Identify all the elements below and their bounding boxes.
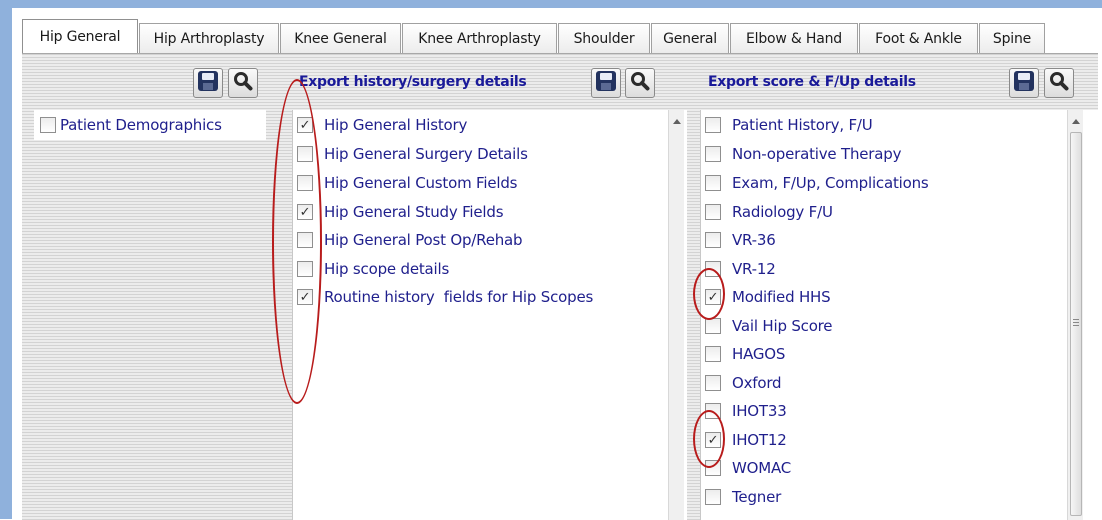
- search-icon: [233, 71, 253, 95]
- list-item[interactable]: Patient Demographics: [40, 113, 222, 137]
- list-item-label: VR-36: [732, 231, 776, 249]
- list-item[interactable]: Tegner: [705, 485, 781, 509]
- tab-knee-general[interactable]: Knee General: [280, 23, 401, 53]
- search-icon: [630, 71, 650, 95]
- list-item-label: Radiology F/U: [732, 203, 833, 221]
- checkbox[interactable]: [705, 375, 721, 391]
- search-icon: [1049, 71, 1069, 95]
- score-panel-title: Export score & F/Up details: [708, 74, 916, 90]
- list-item-label: IHOT12: [732, 431, 787, 449]
- save-icon: [197, 70, 219, 96]
- list-item-label: Tegner: [732, 488, 782, 506]
- scroll-up-arrow-icon[interactable]: [1072, 119, 1080, 124]
- checkbox[interactable]: [705, 117, 721, 133]
- window-left-edge: [0, 0, 12, 519]
- save-icon: [1013, 70, 1035, 96]
- export-content-area: Export history/surgery details Export sc…: [22, 53, 1098, 520]
- checkbox[interactable]: [705, 346, 721, 362]
- checkbox[interactable]: [705, 146, 721, 162]
- checkbox[interactable]: [705, 232, 721, 248]
- scroll-up-arrow-icon[interactable]: [673, 119, 681, 124]
- list-item[interactable]: Patient History, F/U: [705, 113, 873, 137]
- list-item-label: Hip General History: [324, 116, 468, 134]
- list-item[interactable]: Oxford: [705, 371, 782, 395]
- list-item[interactable]: ✓ Routine history fields for Hip Scopes: [297, 285, 593, 309]
- list-item-label: Modified HHS: [732, 288, 831, 306]
- list-item-label: HAGOS: [732, 345, 786, 363]
- list-item[interactable]: Hip General Post Op/Rehab: [297, 228, 523, 252]
- history-list: ✓ Hip General History Hip General Surger…: [292, 110, 687, 520]
- list-item-label: Routine history fields for Hip Scopes: [324, 288, 594, 306]
- tab-elbow-hand[interactable]: Elbow & Hand: [730, 23, 858, 53]
- save-button-history[interactable]: [591, 68, 621, 98]
- tab-bar: Hip General Hip Arthroplasty Knee Genera…: [22, 19, 1046, 53]
- list-item[interactable]: HAGOS: [705, 342, 785, 366]
- list-item[interactable]: Vail Hip Score: [705, 314, 833, 338]
- list-item-label: WOMAC: [732, 459, 792, 477]
- tab-general[interactable]: General: [651, 23, 729, 53]
- checkbox[interactable]: [705, 318, 721, 334]
- list-item[interactable]: Radiology F/U: [705, 200, 833, 224]
- save-button-demographics[interactable]: [193, 68, 223, 98]
- list-item-label: Vail Hip Score: [732, 317, 833, 335]
- history-panel-title: Export history/surgery details: [299, 74, 527, 90]
- list-item-label: VR-12: [732, 260, 776, 278]
- tab-hip-arthroplasty[interactable]: Hip Arthroplasty: [139, 23, 279, 53]
- window-top-edge: [0, 0, 1102, 8]
- list-item[interactable]: VR-36: [705, 228, 776, 252]
- search-button-history[interactable]: [625, 68, 655, 98]
- list-item-label: Exam, F/Up, Complications: [732, 174, 929, 192]
- list-item-label: IHOT33: [732, 402, 787, 420]
- list-item[interactable]: Hip General Custom Fields: [297, 171, 517, 195]
- search-button-score[interactable]: [1044, 68, 1074, 98]
- list-item[interactable]: Non-operative Therapy: [705, 142, 901, 166]
- score-scrollbar[interactable]: [1067, 110, 1083, 520]
- list-item-label: Hip General Surgery Details: [324, 145, 528, 163]
- list-item-label: Hip General Post Op/Rehab: [324, 231, 523, 249]
- checkbox[interactable]: [705, 204, 721, 220]
- annotation-ellipse-history-checkboxes: [272, 79, 322, 404]
- tab-knee-arthroplasty[interactable]: Knee Arthroplasty: [402, 23, 557, 53]
- tab-hip-general[interactable]: Hip General: [22, 19, 138, 53]
- tab-foot-ankle[interactable]: Foot & Ankle: [859, 23, 978, 53]
- list-item[interactable]: ✓ Hip General History: [297, 113, 467, 137]
- score-list: Patient History, F/U Non-operative Thera…: [700, 110, 1098, 520]
- list-item-label: Hip General Custom Fields: [324, 174, 518, 192]
- list-item-label: Hip scope details: [324, 260, 450, 278]
- checkbox[interactable]: [40, 117, 56, 133]
- list-item-label: Non-operative Therapy: [732, 145, 902, 163]
- annotation-ellipse-ihot12: [693, 410, 725, 468]
- list-item-label: Oxford: [732, 374, 782, 392]
- tab-spine[interactable]: Spine: [979, 23, 1045, 53]
- save-icon: [595, 70, 617, 96]
- tab-shoulder[interactable]: Shoulder: [558, 23, 650, 53]
- annotation-ellipse-modified-hhs: [693, 268, 725, 320]
- list-item[interactable]: ✓ Hip General Study Fields: [297, 200, 504, 224]
- checkbox[interactable]: [705, 489, 721, 505]
- save-button-score[interactable]: [1009, 68, 1039, 98]
- scrollbar-thumb[interactable]: [1070, 132, 1082, 516]
- list-item-label: Patient History, F/U: [732, 116, 873, 134]
- demographics-panel: Patient Demographics: [34, 110, 266, 140]
- list-item-label: Patient Demographics: [60, 116, 222, 134]
- window-header-gap: [12, 8, 1102, 18]
- list-item[interactable]: Hip General Surgery Details: [297, 142, 528, 166]
- history-scrollbar[interactable]: [668, 110, 684, 520]
- checkbox[interactable]: [705, 175, 721, 191]
- list-item-label: Hip General Study Fields: [324, 203, 504, 221]
- list-item[interactable]: Exam, F/Up, Complications: [705, 171, 929, 195]
- search-button-demographics[interactable]: [228, 68, 258, 98]
